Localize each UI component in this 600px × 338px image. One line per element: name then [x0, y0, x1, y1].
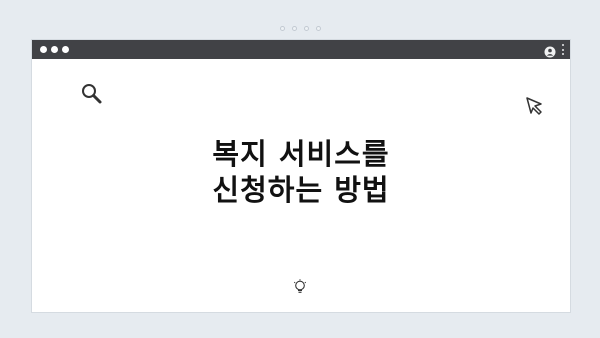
pagination-dot — [279, 26, 285, 31]
page-content: 복지 서비스를 신청하는 방법 — [32, 59, 570, 312]
pagination-dot — [315, 26, 321, 31]
close-dot-icon[interactable] — [40, 46, 47, 53]
page-title-line-1: 복지 서비스를 — [212, 137, 390, 171]
pagination-dot — [303, 26, 309, 31]
pagination-dot — [291, 26, 297, 31]
search-icon — [79, 81, 105, 107]
minimize-dot-icon[interactable] — [51, 46, 58, 53]
window-controls — [40, 46, 69, 53]
kebab-menu-icon[interactable] — [561, 44, 565, 55]
window-titlebar — [32, 40, 570, 59]
lightbulb-icon — [293, 279, 307, 295]
maximize-dot-icon[interactable] — [62, 46, 69, 53]
page-title-line-2: 신청하는 방법 — [212, 173, 390, 207]
cursor-icon — [524, 95, 546, 117]
page-title: 복지 서비스를 신청하는 방법 — [32, 136, 570, 208]
browser-window: 복지 서비스를 신청하는 방법 — [32, 40, 570, 312]
profile-icon[interactable] — [544, 43, 556, 58]
pagination-dots — [0, 26, 600, 31]
